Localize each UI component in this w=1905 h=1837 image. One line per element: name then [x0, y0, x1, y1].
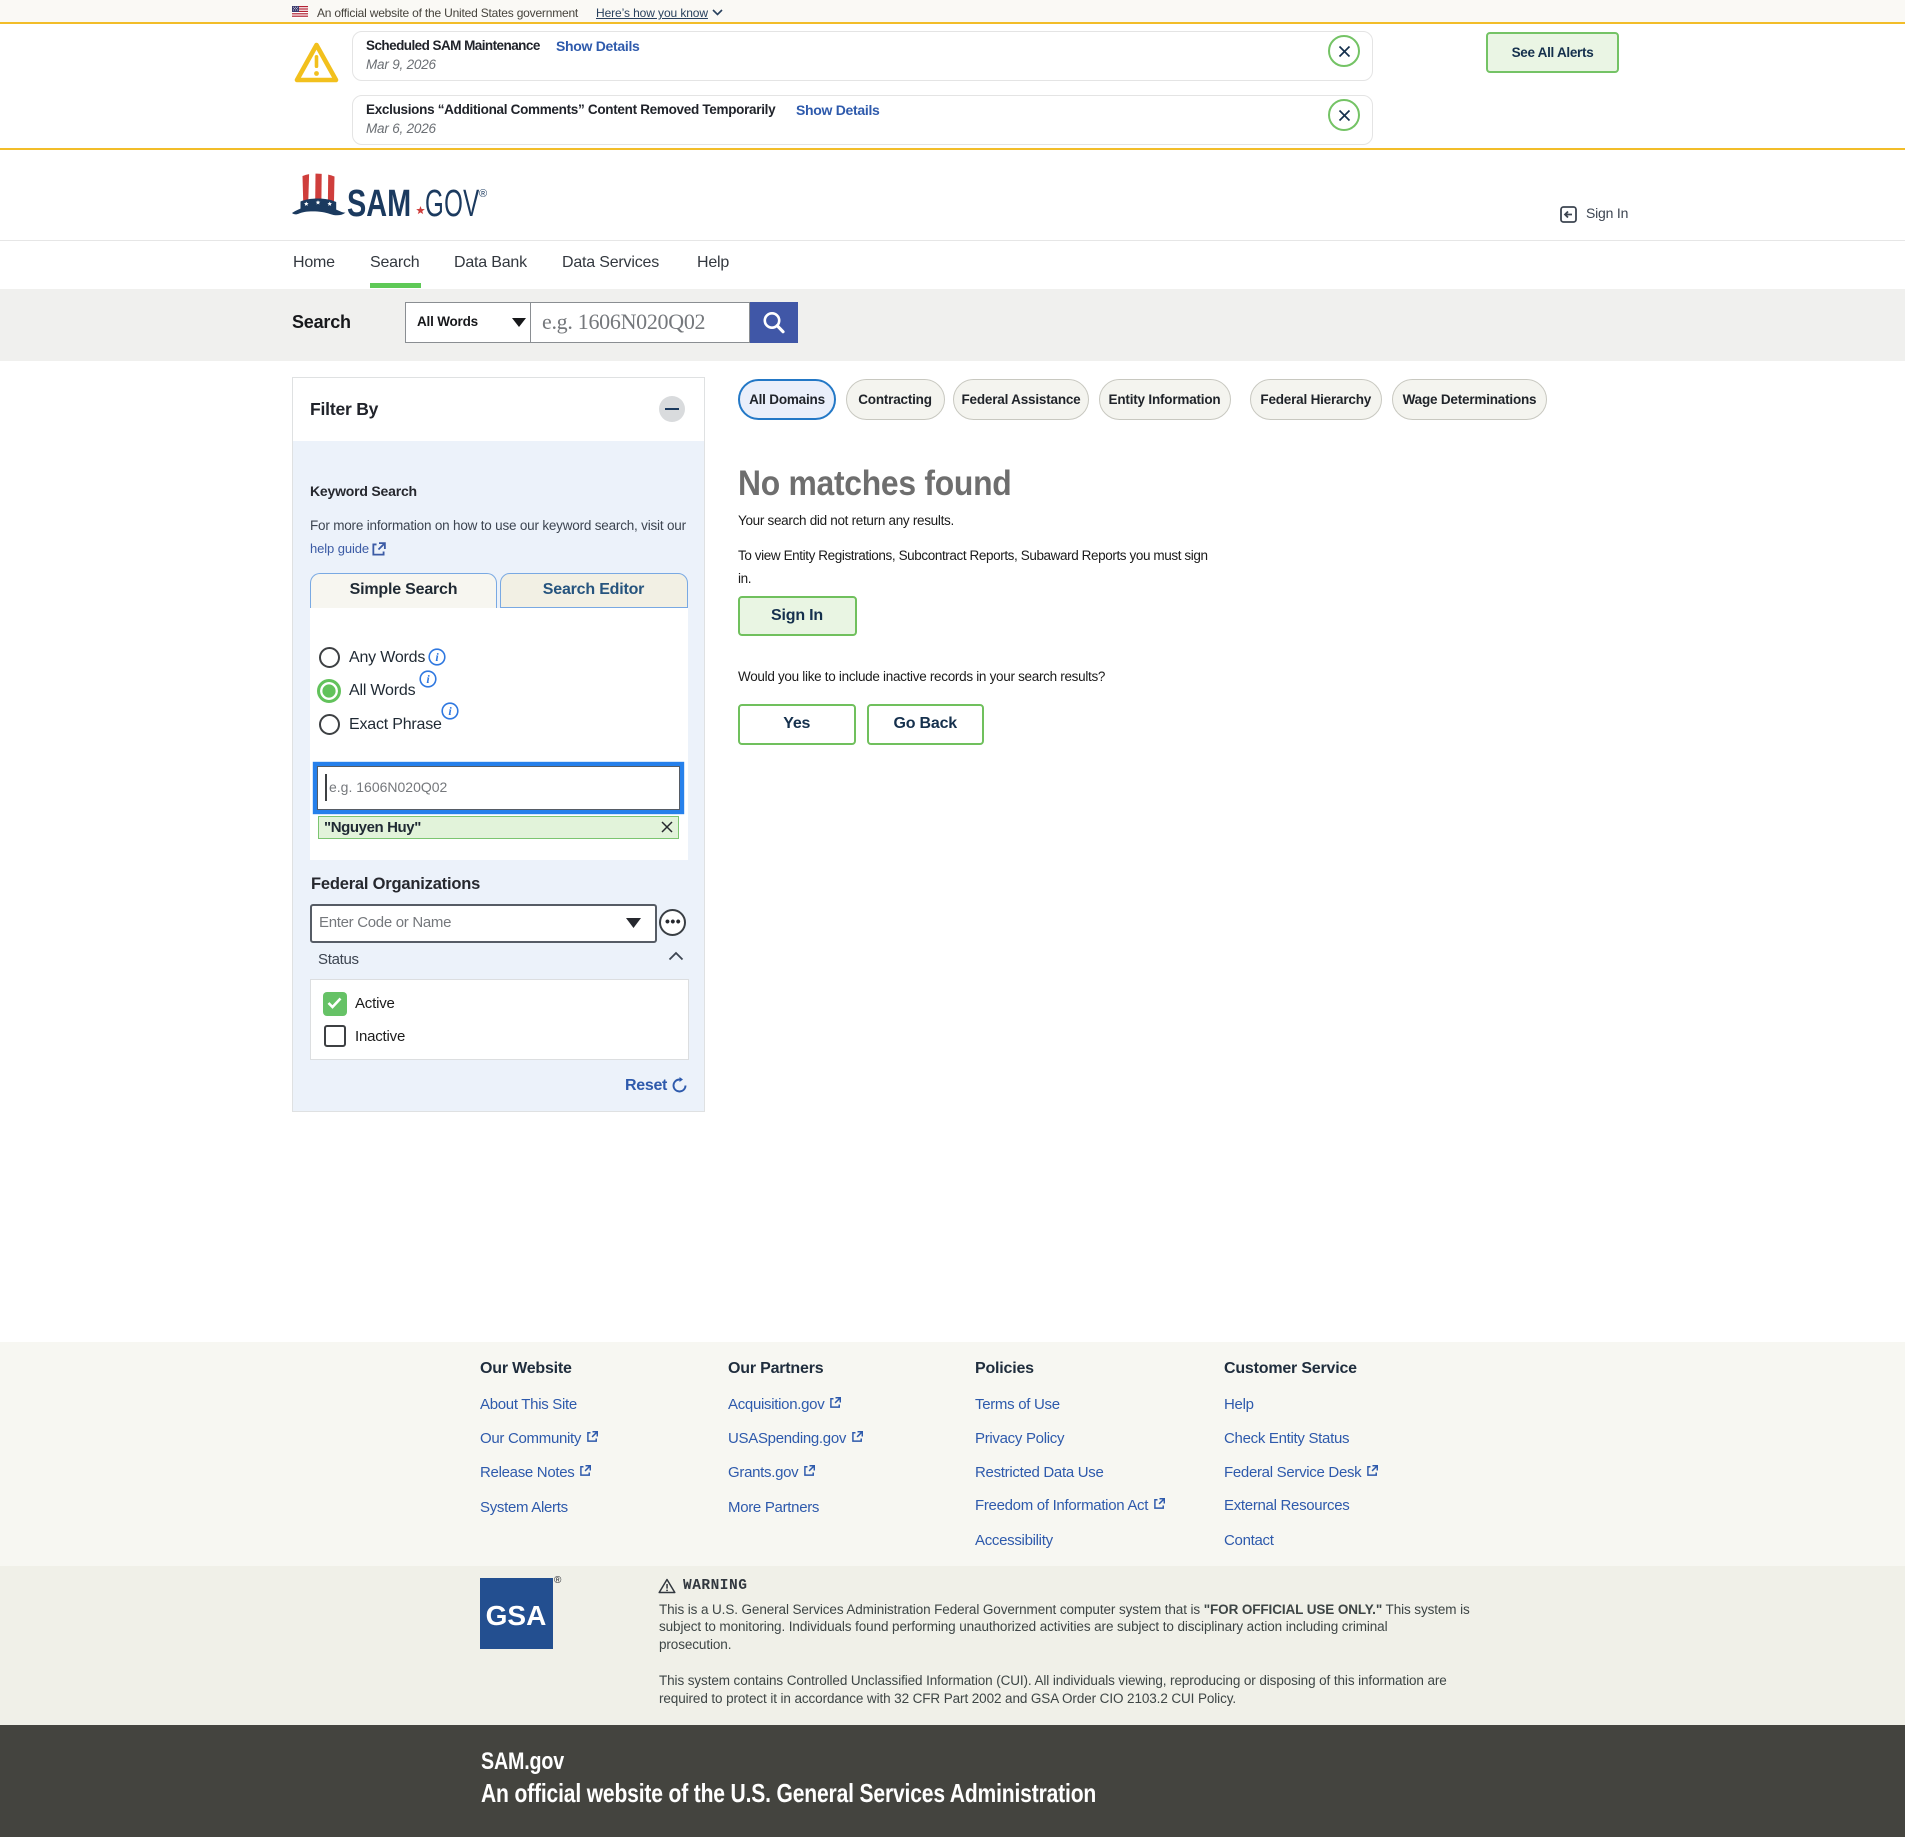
svg-text:i: i — [435, 650, 439, 664]
svg-text:i: i — [426, 672, 430, 686]
svg-text:i: i — [448, 704, 452, 718]
